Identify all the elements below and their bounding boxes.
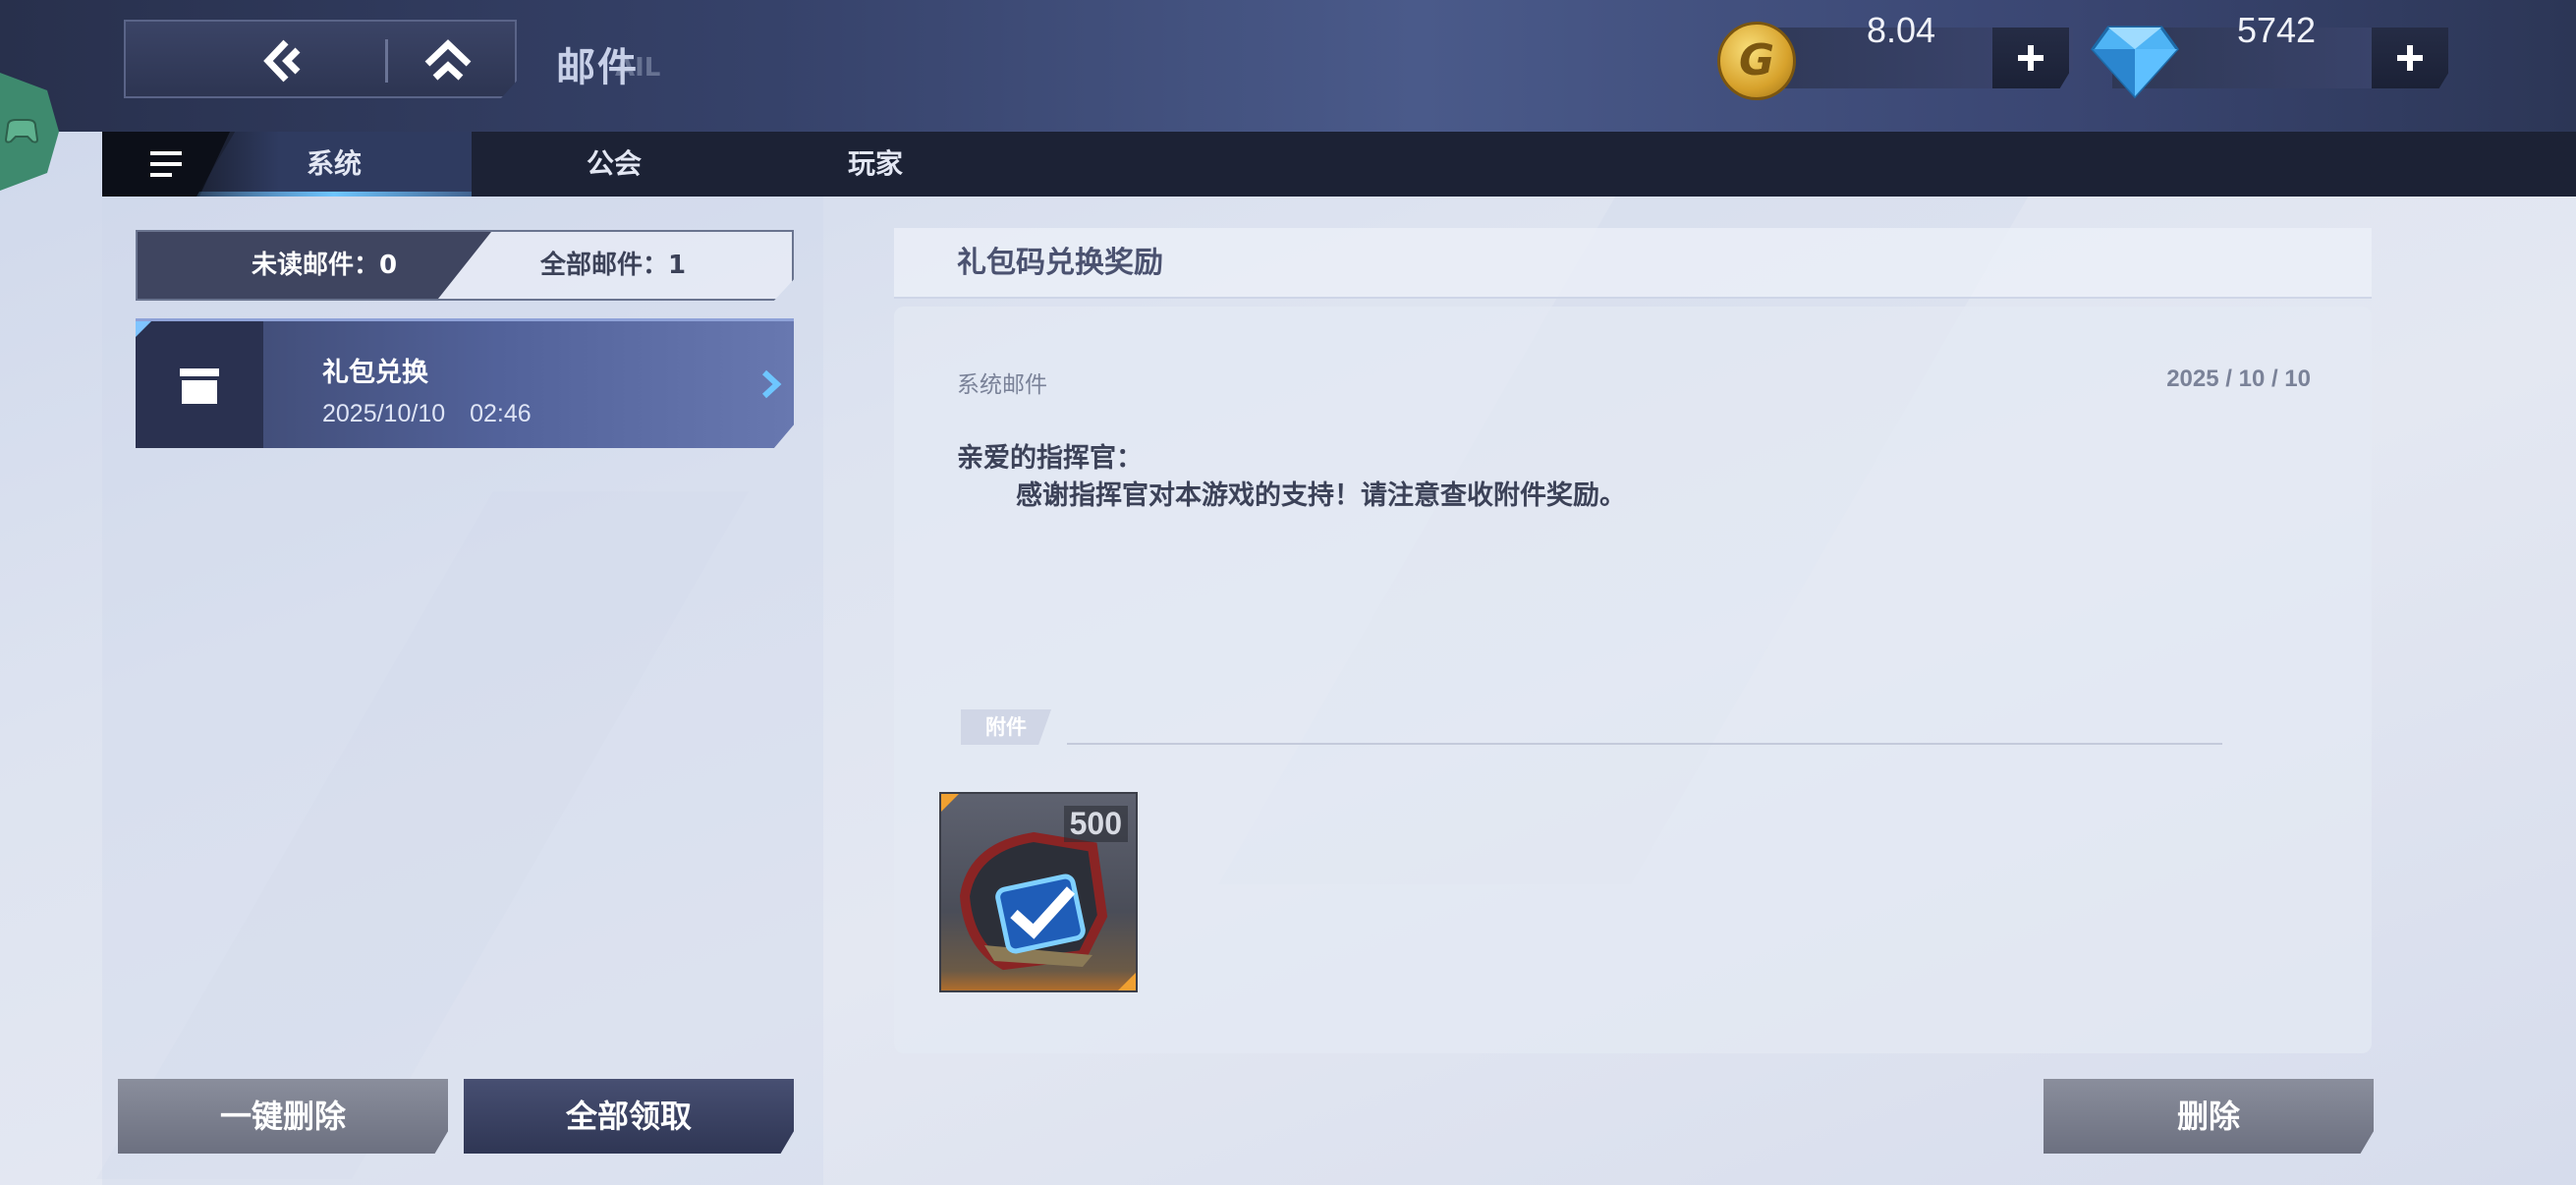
mail-item-corner xyxy=(136,321,151,337)
menu-icon xyxy=(150,151,182,177)
mail-content-panel: 系统邮件 2025 / 10 / 10 亲爱的指挥官： 感谢指挥官对本游戏的支持… xyxy=(894,307,2372,1053)
mail-detail-date: 2025 / 10 / 10 xyxy=(2166,366,2311,392)
mail-list-item[interactable]: 礼包兑换 2025/10/10 02:46 xyxy=(136,318,794,448)
tab-player[interactable]: 玩家 xyxy=(772,132,979,197)
total-count: 全部邮件：1 xyxy=(540,251,687,280)
mail-subject: 礼包码兑换奖励 xyxy=(957,246,1163,280)
home-chevron-icon xyxy=(424,39,472,81)
back-arrow-icon xyxy=(263,39,301,83)
envelope-icon xyxy=(180,368,219,404)
gold-amount: 8.04 xyxy=(1866,10,1936,50)
attachment-divider xyxy=(1067,743,2222,745)
plus-icon xyxy=(2397,45,2423,71)
attachment-item[interactable]: 500 xyxy=(939,792,1138,992)
mail-body: 感谢指挥官对本游戏的支持！请注意查收附件奖励。 xyxy=(1016,480,1626,511)
delete-button[interactable]: 删除 xyxy=(2044,1079,2374,1154)
delete-all-button[interactable]: 一键删除 xyxy=(118,1079,448,1154)
mail-icon-box xyxy=(136,321,263,448)
nav-separator xyxy=(385,39,388,83)
tab-guild[interactable]: 公会 xyxy=(511,132,717,197)
item-quantity: 500 xyxy=(1063,806,1128,842)
tab-system[interactable]: 系统 xyxy=(196,132,472,197)
add-diamond-button[interactable] xyxy=(2372,28,2448,88)
mail-subject-bar: 礼包码兑换奖励 xyxy=(894,228,2372,299)
add-gold-button[interactable] xyxy=(1992,28,2069,88)
diamond-icon xyxy=(2091,20,2179,100)
attachment-label: 附件 xyxy=(961,709,1051,745)
mail-counter-bar: 未读邮件：0 全部邮件：1 xyxy=(136,230,794,301)
mail-item-title: 礼包兑换 xyxy=(322,358,428,388)
unread-count: 未读邮件：0 xyxy=(252,251,398,280)
gold-coin-icon: G xyxy=(1717,22,1796,100)
mail-greeting: 亲爱的指挥官： xyxy=(957,443,1143,474)
back-button[interactable] xyxy=(193,22,379,98)
navigation-box xyxy=(124,20,517,98)
chevron-right-icon xyxy=(755,365,788,404)
home-button[interactable] xyxy=(389,22,507,98)
tab-guild-label: 公会 xyxy=(586,147,642,180)
mail-sender: 系统邮件 xyxy=(957,372,1047,398)
tab-player-label: 玩家 xyxy=(847,147,903,180)
diamond-amount: 5742 xyxy=(2236,10,2317,50)
claim-all-button[interactable]: 全部领取 xyxy=(464,1079,794,1154)
page-title: 邮件 xyxy=(556,45,639,90)
mail-item-date: 2025/10/10 02:46 xyxy=(322,400,532,427)
tab-bar xyxy=(102,132,2576,197)
tab-system-label: 系统 xyxy=(306,147,362,180)
plus-icon xyxy=(2018,45,2044,71)
